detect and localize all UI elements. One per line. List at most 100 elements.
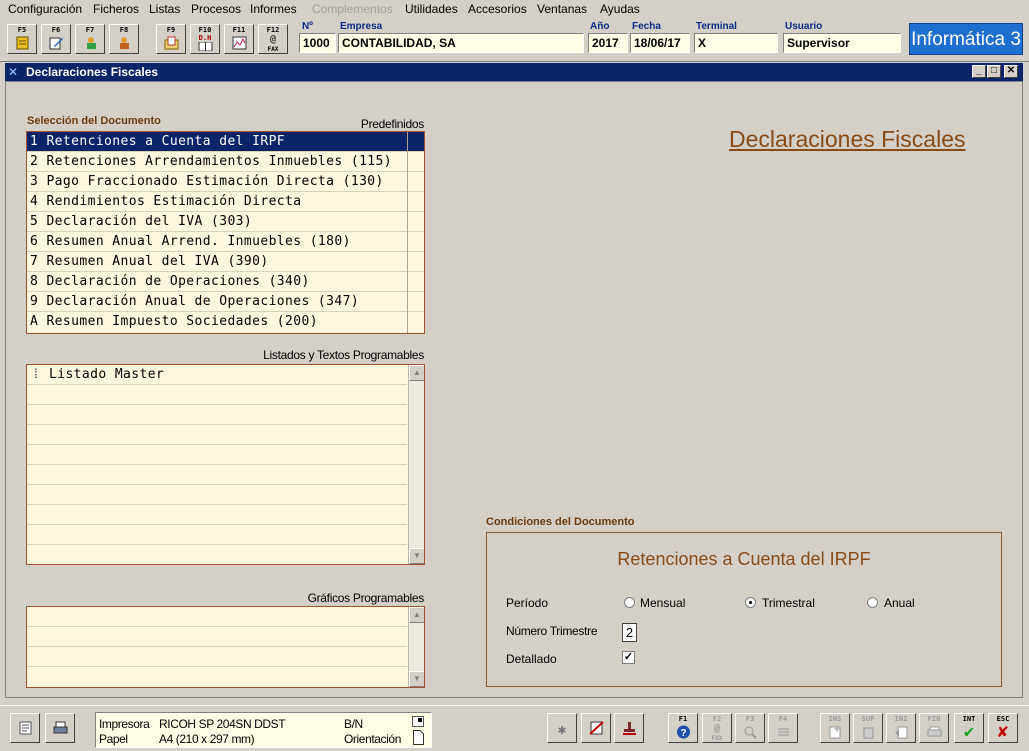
f3-search-button[interactable]: F3 bbox=[735, 713, 765, 743]
ini-button[interactable]: INI bbox=[886, 713, 916, 743]
grafico-empty-row bbox=[27, 647, 407, 667]
document-item-3[interactable]: 3 Pago Fraccionado Estimación Directa (1… bbox=[27, 172, 424, 192]
window-title: Declaraciones Fiscales bbox=[26, 65, 159, 79]
f12-button[interactable]: F12 @ FAX bbox=[258, 24, 288, 54]
menu-ficheros[interactable]: Ficheros bbox=[93, 2, 139, 16]
menu-informes[interactable]: Informes bbox=[250, 2, 297, 16]
menu-utilidades[interactable]: Utilidades bbox=[405, 2, 458, 16]
sup-key-label: SUP bbox=[861, 715, 875, 723]
print-button[interactable] bbox=[45, 713, 75, 743]
ledger-icon bbox=[16, 36, 29, 50]
menu-ayudas[interactable]: Ayudas bbox=[600, 2, 640, 16]
sup-button[interactable]: SUP bbox=[853, 713, 883, 743]
asterisk-button[interactable]: ✱ bbox=[547, 713, 577, 743]
minimize-button[interactable]: _ bbox=[972, 65, 986, 78]
arrow-up-icon: ▲ bbox=[413, 368, 421, 377]
periodo-label: Período bbox=[506, 596, 549, 610]
f6-button[interactable]: F6 bbox=[41, 24, 71, 54]
periodo-mensual-label[interactable]: Mensual bbox=[640, 596, 685, 610]
document-item-label: 3 Pago Fraccionado Estimación Directa (1… bbox=[30, 174, 384, 189]
document-item-label: 4 Rendimientos Estimación Directa bbox=[30, 194, 302, 209]
terminal-field[interactable]: X bbox=[694, 33, 778, 53]
cancel-edit-button[interactable] bbox=[581, 713, 611, 743]
anio-label: Año bbox=[590, 21, 610, 32]
ins-button[interactable]: INS bbox=[820, 713, 850, 743]
ledger-debit-credit-icon bbox=[198, 42, 213, 51]
int-accept-button[interactable]: INT ✔ bbox=[954, 713, 984, 743]
periodo-anual-radio[interactable] bbox=[867, 597, 878, 608]
scroll-down-button[interactable]: ▼ bbox=[409, 548, 424, 564]
document-item-9[interactable]: 9 Declaración Anual de Operaciones (347) bbox=[27, 292, 424, 312]
f7-button[interactable]: F7 bbox=[75, 24, 105, 54]
graficos-scrollbar[interactable]: ▲ ▼ bbox=[408, 607, 424, 687]
fax-email-icon: @ bbox=[713, 723, 721, 734]
listados-scrollbar[interactable]: ▲ ▼ bbox=[408, 365, 424, 564]
chart-icon bbox=[232, 36, 247, 50]
f2-fax-button[interactable]: F2 @ FAX bbox=[702, 713, 732, 743]
periodo-anual-label[interactable]: Anual bbox=[884, 596, 915, 610]
menu-listas[interactable]: Listas bbox=[149, 2, 180, 16]
listado-item[interactable]: ⁞ Listado Master bbox=[27, 365, 407, 385]
stamp-button[interactable] bbox=[614, 713, 644, 743]
periodo-trimestral-label[interactable]: Trimestral bbox=[762, 596, 815, 610]
f9-button[interactable]: F9 bbox=[156, 24, 186, 54]
f10-button[interactable]: F10 D.H bbox=[190, 24, 220, 54]
f1-help-button[interactable]: F1 ? bbox=[668, 713, 698, 743]
num-field[interactable]: 1000 bbox=[299, 33, 336, 53]
document-item-2[interactable]: 2 Retenciones Arrendamientos Inmuebles (… bbox=[27, 152, 424, 172]
menu-procesos[interactable]: Procesos bbox=[191, 2, 241, 16]
printer-panel[interactable]: Impresora RICOH SP 204SN DDST B/N Papel … bbox=[95, 712, 432, 748]
f6-key-label: F6 bbox=[51, 26, 61, 34]
preview-button[interactable] bbox=[10, 713, 40, 743]
f5-key-label: F5 bbox=[17, 26, 27, 34]
predefinidos-label: Predefinidos bbox=[360, 117, 424, 131]
trimestre-input[interactable]: 2 bbox=[622, 623, 637, 642]
anio-field[interactable]: 2017 bbox=[588, 33, 628, 53]
detallado-checkbox[interactable]: ✓ bbox=[622, 651, 635, 664]
color-toggle-icon bbox=[412, 716, 424, 727]
document-item-1[interactable]: 1 Retenciones a Cuenta del IRPF bbox=[27, 132, 424, 152]
usuario-field[interactable]: Supervisor bbox=[783, 33, 901, 53]
empresa-field[interactable]: CONTABILIDAD, SA bbox=[338, 33, 584, 53]
maximize-button[interactable]: □ bbox=[987, 65, 1001, 78]
document-item-label: 5 Declaración del IVA (303) bbox=[30, 214, 253, 229]
menu-accesorios[interactable]: Accesorios bbox=[468, 2, 527, 16]
fin-button[interactable]: FIN bbox=[919, 713, 949, 743]
document-item-label: 7 Resumen Anual del IVA (390) bbox=[30, 254, 269, 269]
asterisk-icon: ✱ bbox=[557, 722, 567, 738]
esc-cancel-button[interactable]: ESC ✘ bbox=[988, 713, 1018, 743]
f2-sub-label: FAX bbox=[711, 735, 723, 742]
f4-list-button[interactable]: F4 bbox=[768, 713, 798, 743]
f11-button[interactable]: F11 bbox=[224, 24, 254, 54]
f8-button[interactable]: F8 bbox=[109, 24, 139, 54]
document-item-a[interactable]: A Resumen Impuesto Sociedades (200) bbox=[27, 312, 424, 332]
f5-button[interactable]: F5 bbox=[7, 24, 37, 54]
scroll-down-button[interactable]: ▼ bbox=[409, 671, 424, 687]
document-item-5[interactable]: 5 Declaración del IVA (303) bbox=[27, 212, 424, 232]
menu-ventanas[interactable]: Ventanas bbox=[537, 2, 587, 16]
f4-key-label: F4 bbox=[778, 715, 788, 723]
color-mode: B/N bbox=[344, 717, 363, 731]
f11-key-label: F11 bbox=[232, 26, 246, 34]
toolbar: F5 F6 F7 F8 F9 F10 D.H F11 F12 @ FAX Nº … bbox=[0, 19, 1029, 62]
ins-key-label: INS bbox=[828, 715, 842, 723]
arrow-down-icon: ▼ bbox=[413, 674, 421, 683]
document-item-8[interactable]: 8 Declaración de Operaciones (340) bbox=[27, 272, 424, 292]
listado-empty-row bbox=[27, 545, 407, 564]
document-item-4[interactable]: 4 Rendimientos Estimación Directa bbox=[27, 192, 424, 212]
document-item-7[interactable]: 7 Resumen Anual del IVA (390) bbox=[27, 252, 424, 272]
periodo-trimestral-radio[interactable] bbox=[745, 597, 756, 608]
ini-key-label: INI bbox=[894, 715, 908, 723]
listado-empty-row bbox=[27, 485, 407, 505]
app-window-icon: ✕ bbox=[8, 65, 19, 79]
close-button[interactable]: ✕ bbox=[1004, 65, 1018, 78]
menu-configuracion[interactable]: Configuración bbox=[8, 2, 82, 16]
grafico-empty-row bbox=[27, 627, 407, 647]
f10-sub-label: D.H bbox=[198, 34, 212, 42]
scroll-up-button[interactable]: ▲ bbox=[409, 607, 424, 623]
document-item-6[interactable]: 6 Resumen Anual Arrend. Inmuebles (180) bbox=[27, 232, 424, 252]
checkmark-icon: ✓ bbox=[623, 651, 634, 663]
scroll-up-button[interactable]: ▲ bbox=[409, 365, 424, 381]
periodo-mensual-radio[interactable] bbox=[624, 597, 635, 608]
fecha-field[interactable]: 18/06/17 bbox=[630, 33, 690, 53]
